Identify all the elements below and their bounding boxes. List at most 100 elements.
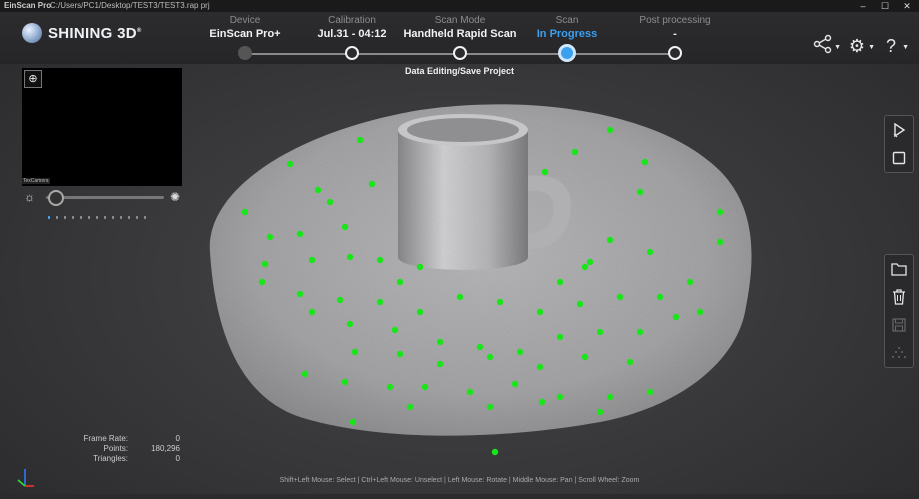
target-marker (541, 168, 549, 176)
target-marker (266, 233, 274, 241)
target-marker (716, 238, 724, 246)
target-marker (261, 260, 269, 268)
target-marker (536, 363, 544, 371)
target-marker (351, 348, 359, 356)
target-marker (636, 328, 644, 336)
folder-icon[interactable] (885, 255, 913, 283)
target-marker (341, 223, 349, 231)
close-icon[interactable]: ✕ (897, 0, 917, 12)
target-marker (314, 186, 322, 194)
stat-frame-rate: Frame Rate: 0 (80, 434, 180, 444)
brightness-slider[interactable]: ☼ ✺ (22, 190, 182, 206)
target-marker (511, 380, 519, 388)
stat-value: 0 (175, 454, 180, 463)
target-marker (606, 393, 614, 401)
target-marker (556, 333, 564, 341)
play-icon[interactable] (885, 116, 913, 144)
stat-label: Points: (103, 444, 128, 453)
target-marker (386, 383, 394, 391)
target-marker (576, 300, 584, 308)
preview-label: TexCamera (22, 178, 50, 184)
target-marker (356, 136, 364, 144)
target-marker (486, 403, 494, 411)
step-value: - (673, 28, 677, 40)
stat-label: Triangles: (93, 454, 128, 463)
project-path: C:/Users/PC1/Desktop/TEST3/TEST3.rap prj (50, 1, 210, 10)
step-post-processing[interactable]: Post processing - (605, 15, 745, 40)
target-marker (476, 343, 484, 351)
target-marker (646, 248, 654, 256)
target-marker (556, 278, 564, 286)
save-icon[interactable] (885, 311, 913, 339)
target-marker (416, 308, 424, 316)
slider-handle[interactable] (48, 190, 64, 206)
step-node-calibration[interactable] (345, 46, 359, 60)
target-marker (416, 263, 424, 271)
target-marker (406, 403, 414, 411)
target-marker (326, 198, 334, 206)
target-marker (258, 278, 266, 286)
target-marker (626, 358, 634, 366)
logo-icon (22, 23, 42, 43)
target-marker (491, 448, 499, 456)
target-marker (616, 293, 624, 301)
target-marker (346, 253, 354, 261)
help-icon[interactable]: ? ▼ (879, 34, 909, 58)
brand-name: SHINING 3D® (48, 24, 142, 42)
app-name: EinScan Pro (4, 1, 52, 10)
slider-ticks (48, 206, 158, 219)
mouse-controls-hint: Shift+Left Mouse: Select | Ctrl+Left Mou… (279, 477, 640, 484)
target-marker (571, 148, 579, 156)
target-marker (376, 298, 384, 306)
camera-preview: ⊕ (22, 68, 182, 186)
target-marker (606, 236, 614, 244)
target-marker (341, 378, 349, 386)
target-marker (516, 348, 524, 356)
target-marker (596, 408, 604, 416)
maximize-icon[interactable]: ☐ (875, 0, 895, 12)
stop-icon[interactable] (885, 144, 913, 172)
target-marker (301, 370, 309, 378)
trash-icon[interactable] (885, 283, 913, 311)
step-label: Post processing (639, 15, 711, 26)
step-node-device[interactable] (238, 46, 252, 60)
target-marker (656, 293, 664, 301)
target-marker (466, 388, 474, 396)
target-marker (308, 308, 316, 316)
target-marker (486, 353, 494, 361)
step-node-scan[interactable] (558, 44, 576, 62)
target-marker (581, 263, 589, 271)
target-marker (336, 296, 344, 304)
mesh-icon[interactable] (885, 339, 913, 367)
target-marker (716, 208, 724, 216)
step-node-scan-mode[interactable] (453, 46, 467, 60)
brightness-low-icon: ☼ (24, 190, 35, 204)
target-marker (636, 188, 644, 196)
zoom-icon[interactable]: ⊕ (24, 70, 42, 88)
target-marker (641, 158, 649, 166)
target-marker (696, 308, 704, 316)
stat-triangles: Triangles: 0 (80, 454, 180, 464)
target-marker (581, 353, 589, 361)
chevron-down-icon: ▼ (834, 44, 841, 51)
minimize-icon[interactable]: – (853, 0, 873, 12)
target-marker (606, 126, 614, 134)
gear-icon[interactable]: ⚙ ▼ (845, 34, 875, 58)
target-marker (346, 320, 354, 328)
stat-points: Points: 180,296 (80, 444, 180, 454)
target-marker (296, 290, 304, 298)
target-marker (536, 308, 544, 316)
target-marker (368, 180, 376, 188)
scan-controls-panel (884, 115, 914, 173)
target-marker (396, 278, 404, 286)
target-marker (241, 208, 249, 216)
target-marker (538, 398, 546, 406)
target-marker (456, 293, 464, 301)
step-node-post-processing[interactable] (668, 46, 682, 60)
stat-value: 0 (175, 434, 180, 443)
share-icon[interactable]: ▼ (811, 34, 841, 58)
chevron-down-icon: ▼ (902, 44, 909, 51)
target-marker (596, 328, 604, 336)
target-marker (421, 383, 429, 391)
workflow-header: SHINING 3D® Device EinScan Pro+ Calibrat… (0, 12, 919, 64)
